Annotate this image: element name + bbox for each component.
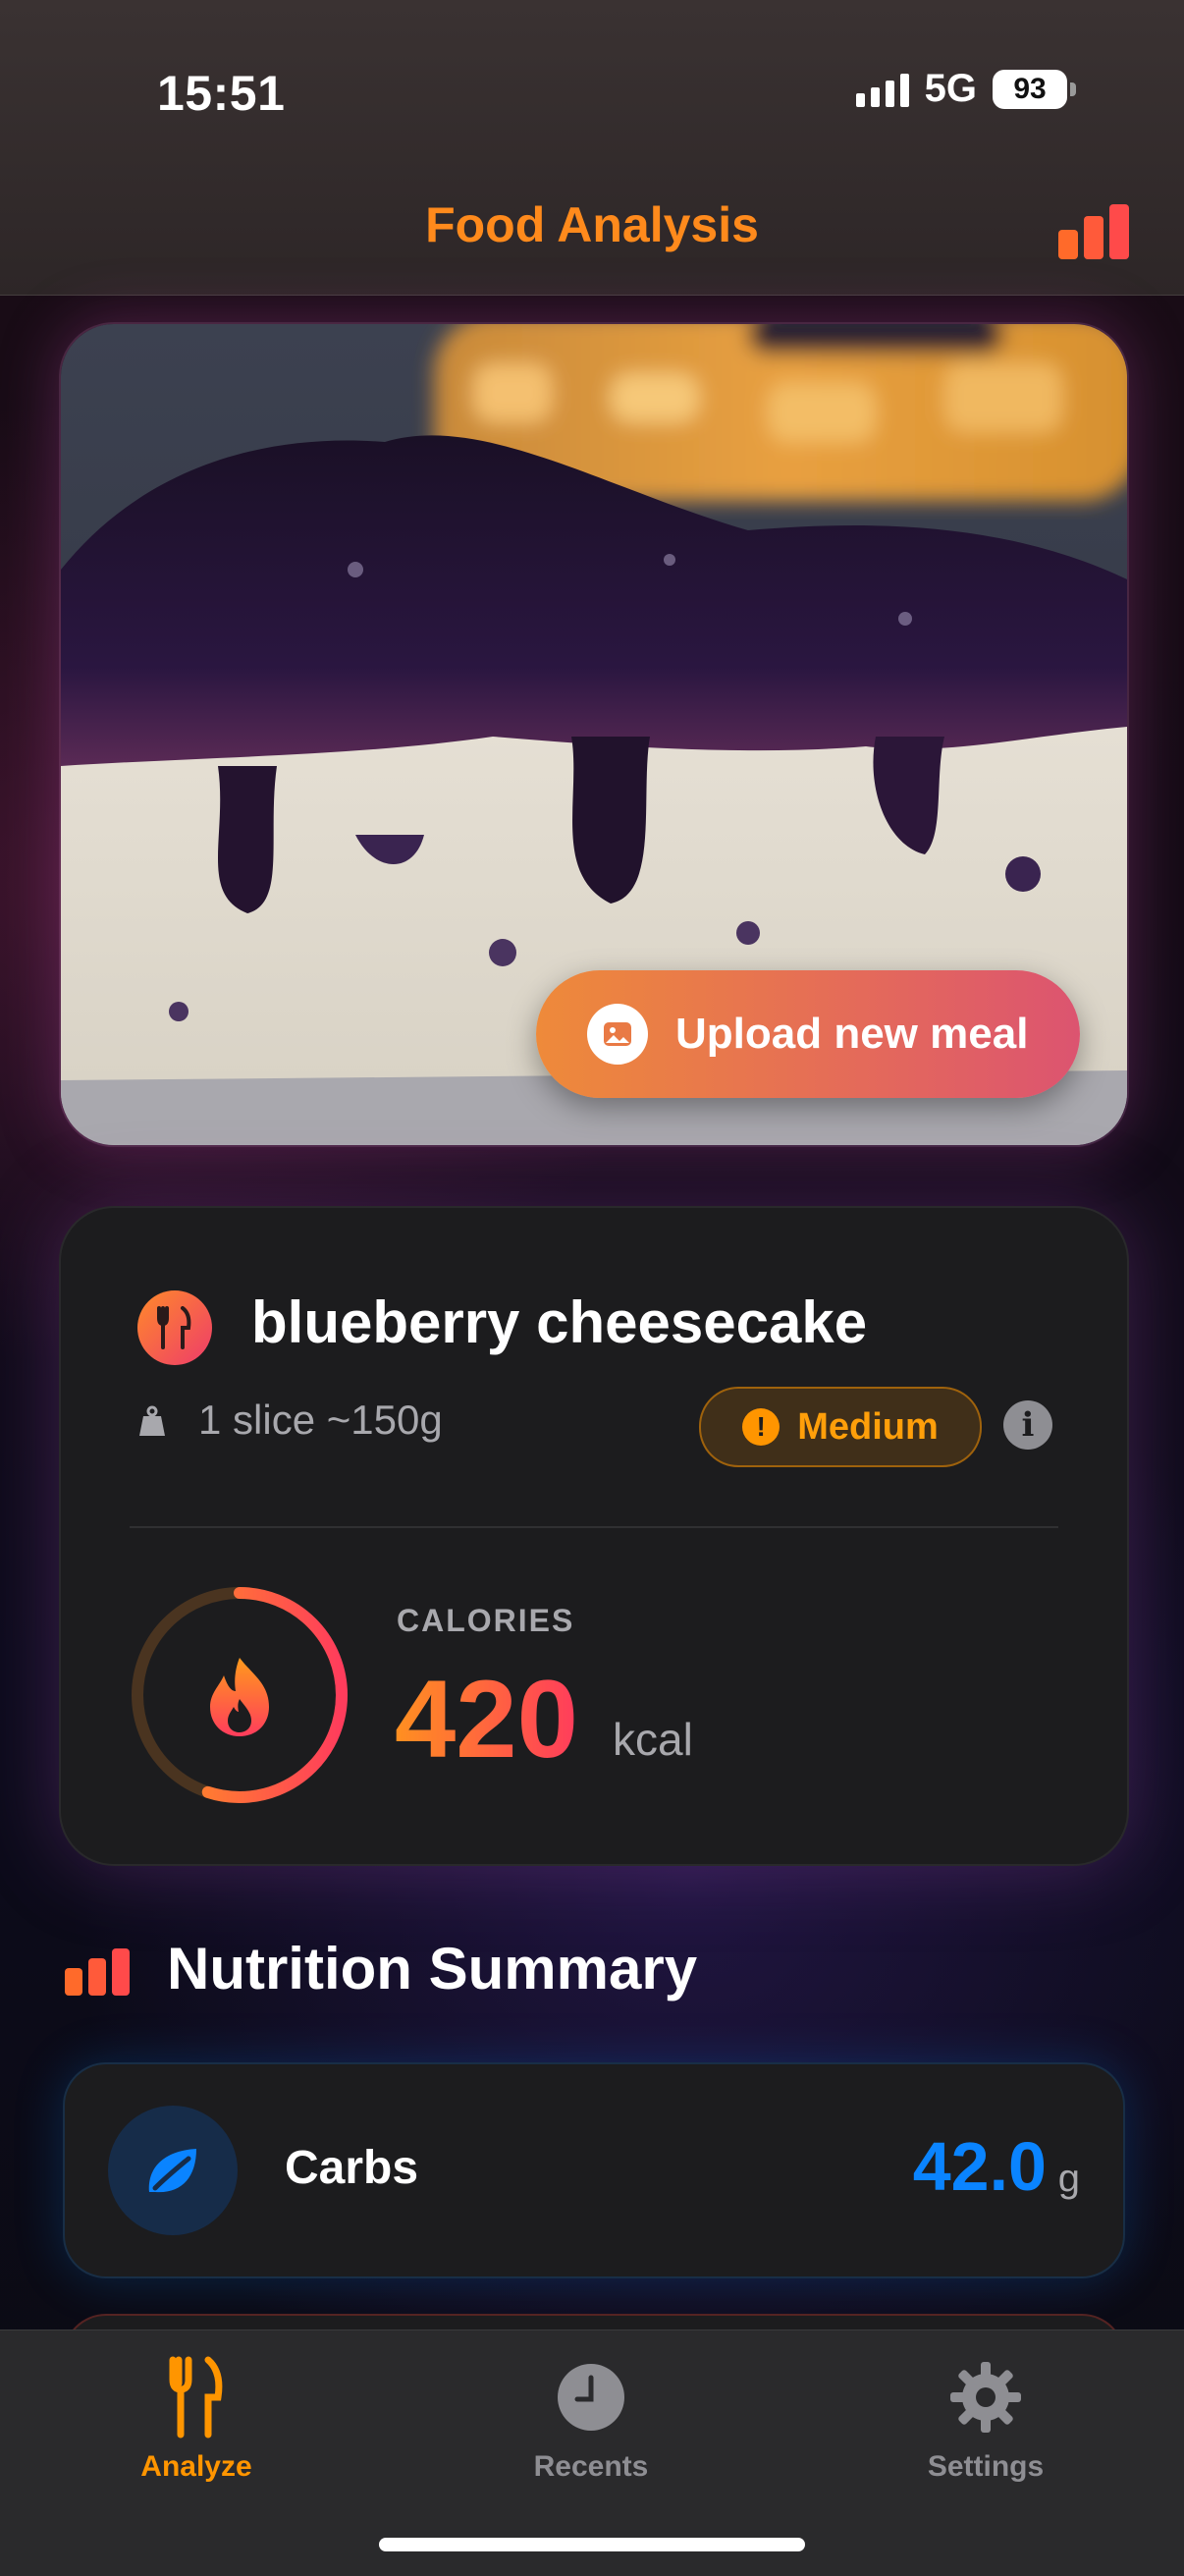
top-bar: 15:51 5G 93 Food Analysis bbox=[0, 0, 1184, 296]
portion-size: 1 slice ~150g bbox=[198, 1397, 443, 1443]
tab-settings[interactable]: Settings bbox=[858, 2350, 1113, 2484]
divider bbox=[130, 1526, 1058, 1528]
exclamation-icon: ! bbox=[742, 1408, 780, 1446]
page-title: Food Analysis bbox=[425, 197, 759, 252]
clock-icon bbox=[463, 2350, 719, 2444]
weight-icon bbox=[135, 1404, 169, 1443]
tab-label: Recents bbox=[533, 2450, 649, 2483]
status-time: 15:51 bbox=[157, 66, 286, 121]
nutrient-label: Carbs bbox=[285, 2142, 419, 2194]
network-type: 5G bbox=[924, 67, 977, 110]
calorie-ring bbox=[122, 1577, 357, 1818]
upload-new-meal-button[interactable]: Upload new meal bbox=[536, 970, 1080, 1098]
tab-analyze[interactable]: Analyze bbox=[69, 2350, 324, 2484]
section-title: Nutrition Summary bbox=[167, 1936, 698, 2001]
battery-icon: 93 bbox=[993, 69, 1076, 109]
confidence-badge: ! Medium bbox=[699, 1387, 982, 1467]
home-indicator bbox=[379, 2538, 805, 2551]
calories-value: 420 bbox=[395, 1658, 578, 1781]
nutrient-value: 42.0 bbox=[912, 2128, 1047, 2205]
bar-chart-icon[interactable] bbox=[1058, 202, 1129, 259]
info-icon[interactable]: i bbox=[1003, 1400, 1052, 1450]
calories-unit: kcal bbox=[613, 1714, 693, 1765]
leaf-icon bbox=[108, 2106, 238, 2235]
tab-label: Analyze bbox=[140, 2450, 252, 2483]
fork-knife-icon bbox=[137, 1290, 212, 1365]
status-indicators: 5G 93 bbox=[855, 67, 1076, 111]
nutrient-unit: g bbox=[1057, 2157, 1080, 2200]
gear-icon bbox=[858, 2350, 1113, 2444]
photo-icon bbox=[587, 1004, 648, 1065]
calories-label: CALORIES bbox=[397, 1603, 575, 1638]
signal-icon bbox=[855, 72, 909, 107]
fork-knife-icon bbox=[69, 2350, 324, 2444]
food-result-card: blueberry cheesecake 1 slice ~150g ! Med… bbox=[59, 1206, 1129, 1866]
food-name: blueberry cheesecake bbox=[251, 1289, 868, 1355]
tab-recents[interactable]: Recents bbox=[463, 2350, 719, 2484]
meal-photo: Upload new meal bbox=[59, 322, 1129, 1147]
confidence-label: Medium bbox=[797, 1405, 939, 1448]
flame-icon bbox=[210, 1658, 269, 1736]
tab-label: Settings bbox=[927, 2450, 1045, 2483]
battery-level: 93 bbox=[993, 69, 1067, 109]
nutrient-card-carbs[interactable]: Carbs 42.0 g bbox=[63, 2062, 1125, 2278]
nutrition-chart-icon bbox=[65, 1948, 130, 1996]
upload-button-label: Upload new meal bbox=[675, 1010, 1029, 1058]
